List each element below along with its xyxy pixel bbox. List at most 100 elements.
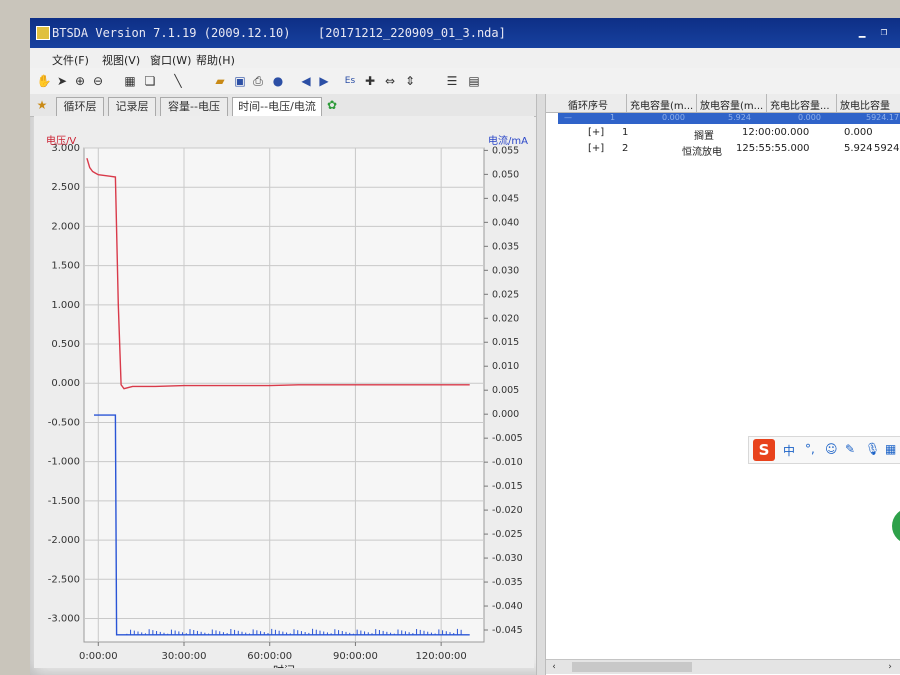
scale-icon[interactable]: ⇕ bbox=[402, 73, 418, 89]
selected-row-discharge-specific: 5924.17 bbox=[866, 113, 900, 122]
y-right-tick-label: 0.025 bbox=[492, 289, 519, 300]
tab-bar: ★ 循环层 记录层 容量--电压 时间--电压/电流 ✿ bbox=[30, 94, 536, 117]
row-time: 125:55:55.000 bbox=[736, 143, 810, 154]
grid-settings-icon[interactable]: ▤ bbox=[466, 73, 482, 89]
row-capacity: 5.924 bbox=[844, 143, 873, 154]
row-index: 1 bbox=[622, 127, 629, 138]
scrollbar-thumb[interactable] bbox=[572, 662, 692, 672]
keyboard-icon[interactable]: ▦ bbox=[885, 442, 896, 456]
restore-icon[interactable]: ❐ bbox=[876, 25, 892, 39]
y-right-tick-label: -0.020 bbox=[492, 505, 523, 516]
y-left-axis-title: 电压/V bbox=[46, 134, 76, 147]
selected-row-marker: — bbox=[564, 113, 572, 122]
y-right-tick-label: -0.015 bbox=[492, 481, 523, 492]
y-right-tick-label: 0.030 bbox=[492, 265, 519, 276]
selected-row-index: 1 bbox=[610, 113, 616, 122]
first-icon[interactable]: ◀ bbox=[298, 73, 314, 89]
menu-window[interactable]: 窗口(W) bbox=[150, 52, 191, 68]
toolbar: ✋ ➤ ⊕ ⊖ ▦ ❏ ╲ ▰ ▣ ⎙ ● ◀ ▶ Es ✚ ⇔ ⇕ ☰ ▤ bbox=[30, 68, 900, 95]
x-tick-label: 60:00:00 bbox=[247, 651, 292, 662]
column-discharge-specific[interactable]: 放电比容量 bbox=[840, 97, 890, 112]
last-icon[interactable]: ▶ bbox=[316, 73, 332, 89]
help-icon[interactable]: ● bbox=[270, 73, 286, 89]
tab-cycle[interactable]: 循环层 bbox=[56, 97, 104, 116]
hand-icon[interactable]: ✋ bbox=[36, 73, 52, 89]
horizontal-scrollbar[interactable]: ‹ › bbox=[546, 659, 900, 674]
y-right-tick-label: -0.035 bbox=[492, 577, 523, 588]
menu-file[interactable]: 文件(F) bbox=[52, 52, 89, 68]
scroll-left-icon[interactable]: ‹ bbox=[548, 660, 560, 675]
y-right-tick-label: 0.035 bbox=[492, 241, 519, 252]
menu-help[interactable]: 帮助(H) bbox=[196, 52, 235, 68]
panel-splitter[interactable] bbox=[536, 94, 546, 675]
tab-record[interactable]: 记录层 bbox=[108, 97, 156, 116]
emoji-icon[interactable]: ☺ bbox=[825, 442, 838, 456]
x-tick-label: 0:00:00 bbox=[79, 651, 118, 662]
sogou-logo-icon[interactable]: S bbox=[753, 439, 775, 461]
menu-bar: 文件(F) 视图(V) 窗口(W) 帮助(H) bbox=[30, 48, 900, 68]
y-right-tick-label: 0.005 bbox=[492, 385, 519, 396]
list-icon[interactable]: ☰ bbox=[444, 73, 460, 89]
y-right-tick-label: 0.055 bbox=[492, 145, 519, 156]
save-icon[interactable]: ▣ bbox=[232, 73, 248, 89]
chart-area: 0:00:00 30:00:00 60:00:00 90:00:00 120:00:00… bbox=[34, 116, 534, 675]
y-left-tick-label: 2.000 bbox=[51, 221, 80, 232]
tab-time-voltage-current[interactable]: 时间--电压/电流 bbox=[232, 97, 322, 117]
zoom-label-icon[interactable]: Es bbox=[342, 73, 358, 89]
monitor-screen: BTSDA Version 7.1.19 (2009.12.10) [20171… bbox=[30, 18, 900, 675]
time-voltage-current-chart[interactable]: 0:00:00 30:00:00 60:00:00 90:00:00 120:00:00… bbox=[34, 116, 534, 675]
pointer-icon[interactable]: ➤ bbox=[54, 73, 70, 89]
axis-icon[interactable]: ⇔ bbox=[382, 73, 398, 89]
table-icon[interactable]: ▦ bbox=[122, 73, 138, 89]
table-header: 循环序号 充电容量(m... 放电容量(m... 充电比容量... 放电比容量 bbox=[546, 94, 900, 113]
ime-toolbar: S 中 °, ☺ ✎ 🎙 ▦ bbox=[748, 436, 900, 464]
row-expander[interactable]: [+] bbox=[588, 127, 604, 138]
x-tick-label: 120:00:00 bbox=[416, 651, 467, 662]
y-left-tick-label: 2.500 bbox=[51, 182, 80, 193]
row-capacity: 0.000 bbox=[844, 127, 873, 138]
x-tick-label: 90:00:00 bbox=[333, 651, 378, 662]
y-right-tick-label: -0.010 bbox=[492, 457, 523, 468]
scroll-right-icon[interactable]: › bbox=[884, 660, 896, 675]
skin-icon[interactable]: ✎ bbox=[845, 442, 855, 456]
title-bar: BTSDA Version 7.1.19 (2009.12.10) [20171… bbox=[30, 18, 900, 48]
column-cycle-index[interactable]: 循环序号 bbox=[568, 97, 608, 112]
line-tool-icon[interactable]: ╲ bbox=[170, 73, 186, 89]
row-specific: 5924 bbox=[874, 143, 900, 154]
app-title: BTSDA Version 7.1.19 (2009.12.10) bbox=[52, 26, 291, 40]
y-right-tick-label: 0.015 bbox=[492, 337, 519, 348]
y-right-tick-label: 0.020 bbox=[492, 313, 519, 324]
y-left-tick-label: -0.500 bbox=[48, 417, 80, 428]
y-left-tick-label: -2.000 bbox=[48, 535, 80, 546]
row-expander[interactable]: [+] bbox=[588, 143, 604, 154]
open-folder-icon[interactable]: ▰ bbox=[212, 73, 228, 89]
menu-view[interactable]: 视图(V) bbox=[102, 52, 140, 68]
print-icon[interactable]: ⎙ bbox=[250, 73, 266, 89]
selected-table-row[interactable]: — 1 0.000 5.924 0.000 5924.17 bbox=[558, 113, 900, 124]
selected-row-charge-specific: 0.000 bbox=[798, 113, 821, 122]
y-right-tick-label: 0.000 bbox=[492, 409, 519, 420]
file-title: [20171212_220909_01_3.nda] bbox=[318, 26, 506, 40]
tab-home-icon[interactable]: ★ bbox=[34, 97, 50, 113]
column-charge-capacity[interactable]: 充电容量(m... bbox=[630, 97, 693, 112]
tab-capacity-voltage[interactable]: 容量--电压 bbox=[160, 97, 228, 116]
tab-add-icon[interactable]: ✿ bbox=[324, 97, 340, 113]
y-right-axis-title: 电流/mA bbox=[488, 134, 528, 147]
y-right-tick-label: -0.005 bbox=[492, 433, 523, 444]
microphone-icon[interactable]: 🎙 bbox=[865, 442, 880, 456]
y-right-tick-label: -0.025 bbox=[492, 529, 523, 540]
column-discharge-capacity[interactable]: 放电容量(m... bbox=[700, 97, 763, 112]
minimize-icon[interactable]: ▁ bbox=[854, 25, 870, 39]
row-step-type: 恒流放电 bbox=[682, 147, 722, 158]
zoom-out-icon[interactable]: ⊖ bbox=[90, 73, 106, 89]
column-charge-specific[interactable]: 充电比容量... bbox=[770, 97, 830, 112]
y-left-tick-label: 1.500 bbox=[51, 261, 80, 272]
marker-icon[interactable]: ✚ bbox=[362, 73, 378, 89]
ime-punctuation[interactable]: °, bbox=[805, 442, 815, 456]
cycle-table-panel: 循环序号 充电容量(m... 放电容量(m... 充电比容量... 放电比容量 … bbox=[546, 94, 900, 675]
selected-row-discharge: 5.924 bbox=[728, 113, 751, 122]
zoom-in-icon[interactable]: ⊕ bbox=[72, 73, 88, 89]
ime-chinese-mode[interactable]: 中 bbox=[783, 442, 795, 459]
copy-icon[interactable]: ❏ bbox=[142, 73, 158, 89]
x-axis-title: 时间 bbox=[273, 664, 295, 668]
